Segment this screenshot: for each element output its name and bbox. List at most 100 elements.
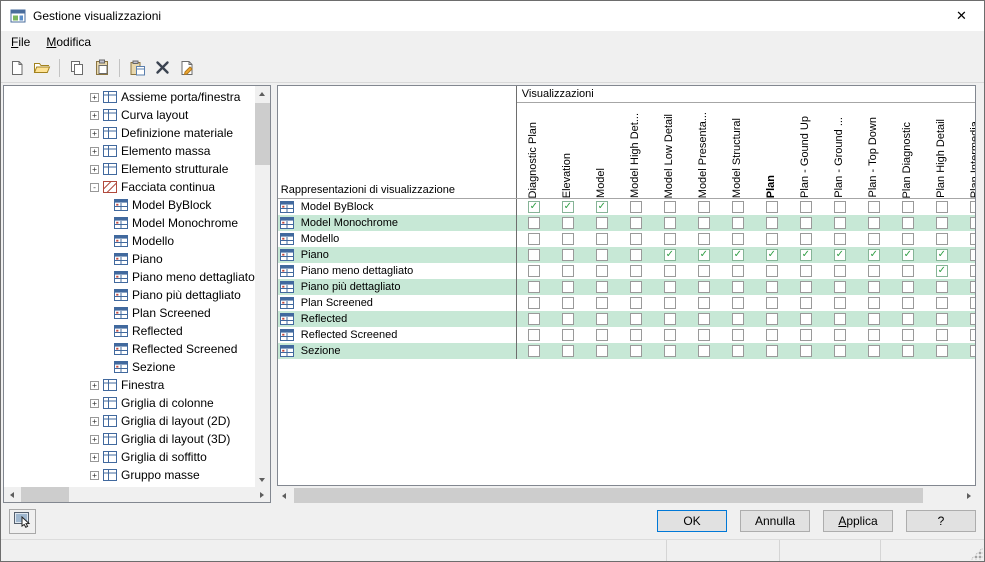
checkbox-unchecked[interactable] bbox=[527, 233, 540, 245]
checkbox-unchecked[interactable] bbox=[697, 281, 710, 293]
checkbox-unchecked[interactable] bbox=[799, 297, 812, 309]
checkbox-unchecked[interactable] bbox=[765, 233, 778, 245]
column-header-model-structural[interactable]: Model Structural bbox=[721, 103, 755, 198]
tree-item-reflected-screened[interactable]: Reflected Screened bbox=[4, 340, 255, 358]
checkbox-unchecked[interactable] bbox=[595, 265, 608, 277]
paste-button[interactable] bbox=[90, 56, 114, 80]
tree-item-facciata-continua[interactable]: - Facciata continua bbox=[4, 178, 255, 196]
tree-expander-icon[interactable]: + bbox=[90, 146, 99, 156]
scroll-track[interactable] bbox=[292, 488, 961, 503]
checkbox-checked[interactable]: ✓ bbox=[527, 201, 540, 213]
copy-button[interactable] bbox=[65, 56, 89, 80]
table-row-piano-meno-dettagliato[interactable]: Piano meno dettagliato ✓ bbox=[278, 263, 975, 279]
checkbox-unchecked[interactable] bbox=[901, 201, 914, 213]
checkbox-unchecked[interactable] bbox=[935, 329, 948, 341]
checkbox-unchecked[interactable] bbox=[833, 201, 846, 213]
tree-expander-icon[interactable]: + bbox=[90, 416, 99, 426]
checkbox-unchecked[interactable] bbox=[799, 281, 812, 293]
checkbox-unchecked[interactable] bbox=[697, 265, 710, 277]
checkbox-unchecked[interactable] bbox=[663, 281, 676, 293]
tree-item-griglia-di-layout-3d[interactable]: + Griglia di layout (3D) bbox=[4, 430, 255, 448]
tree-vertical-scrollbar[interactable] bbox=[254, 86, 270, 487]
tree-horizontal-scrollbar[interactable] bbox=[4, 487, 270, 502]
checkbox-checked[interactable]: ✓ bbox=[731, 249, 744, 261]
checkbox-unchecked[interactable] bbox=[969, 313, 975, 325]
checkbox-unchecked[interactable] bbox=[697, 217, 710, 229]
checkbox-checked[interactable]: ✓ bbox=[561, 201, 574, 213]
scroll-left-button[interactable] bbox=[4, 487, 19, 502]
checkbox-unchecked[interactable] bbox=[561, 233, 574, 245]
checkbox-unchecked[interactable] bbox=[969, 201, 975, 213]
checkbox-unchecked[interactable] bbox=[561, 313, 574, 325]
table-horizontal-scrollbar[interactable] bbox=[276, 488, 976, 503]
table-row-reflected[interactable]: Reflected bbox=[277, 311, 975, 327]
checkbox-unchecked[interactable] bbox=[969, 345, 975, 357]
tree-item-plan-screened[interactable]: Plan Screened bbox=[4, 304, 255, 322]
checkbox-unchecked[interactable] bbox=[799, 201, 812, 213]
checkbox-unchecked[interactable] bbox=[935, 281, 948, 293]
checkbox-unchecked[interactable] bbox=[697, 345, 710, 357]
checkbox-unchecked[interactable] bbox=[595, 233, 608, 245]
checkbox-unchecked[interactable] bbox=[561, 249, 574, 261]
checkbox-checked[interactable]: ✓ bbox=[935, 265, 948, 277]
scroll-down-button[interactable] bbox=[254, 472, 270, 487]
checkbox-unchecked[interactable] bbox=[595, 281, 608, 293]
column-header-plan-diagnostic[interactable]: Plan Diagnostic bbox=[891, 103, 925, 198]
checkbox-unchecked[interactable] bbox=[697, 201, 710, 213]
checkbox-unchecked[interactable] bbox=[527, 345, 540, 357]
column-header-plan-high-detail[interactable]: Plan High Detail bbox=[925, 103, 959, 198]
tree-item-definizione-materiale[interactable]: + Definizione materiale bbox=[4, 124, 255, 142]
column-header-elevation[interactable]: Elevation bbox=[551, 103, 585, 198]
checkbox-unchecked[interactable] bbox=[629, 249, 642, 261]
tree-item-griglia-di-soffitto[interactable]: + Griglia di soffitto bbox=[4, 448, 255, 466]
checkbox-unchecked[interactable] bbox=[935, 201, 948, 213]
tree-item-piano-pi-dettagliato[interactable]: Piano più dettagliato bbox=[4, 286, 255, 304]
column-header-plan-gound-up[interactable]: Plan - Gound Up bbox=[789, 103, 823, 198]
checkbox-unchecked[interactable] bbox=[731, 313, 744, 325]
checkbox-unchecked[interactable] bbox=[833, 313, 846, 325]
checkbox-unchecked[interactable] bbox=[663, 345, 676, 357]
tree-expander-icon[interactable]: + bbox=[90, 128, 99, 138]
checkbox-unchecked[interactable] bbox=[765, 313, 778, 325]
ok-button[interactable]: OK bbox=[657, 510, 727, 532]
checkbox-unchecked[interactable] bbox=[629, 265, 642, 277]
checkbox-unchecked[interactable] bbox=[935, 345, 948, 357]
checkbox-unchecked[interactable] bbox=[663, 313, 676, 325]
checkbox-unchecked[interactable] bbox=[595, 329, 608, 341]
tree-item-reflected[interactable]: Reflected bbox=[4, 322, 255, 340]
checkbox-unchecked[interactable] bbox=[527, 249, 540, 261]
tree-item-finestra[interactable]: + Finestra bbox=[4, 376, 255, 394]
checkbox-unchecked[interactable] bbox=[969, 217, 975, 229]
table-row-model-byblock[interactable]: Model ByBlock ✓ ✓ ✓ bbox=[278, 199, 975, 215]
checkbox-unchecked[interactable] bbox=[731, 281, 744, 293]
checkbox-unchecked[interactable] bbox=[867, 201, 880, 213]
open-folder-button[interactable] bbox=[30, 56, 54, 80]
checkbox-unchecked[interactable] bbox=[799, 329, 812, 341]
paste-as-new-button[interactable] bbox=[125, 56, 149, 80]
checkbox-unchecked[interactable] bbox=[867, 281, 880, 293]
checkbox-unchecked[interactable] bbox=[629, 233, 642, 245]
column-header-plan[interactable]: Plan bbox=[755, 103, 789, 198]
checkbox-unchecked[interactable] bbox=[969, 329, 975, 341]
scroll-right-button[interactable] bbox=[254, 487, 270, 502]
page-edit-button[interactable] bbox=[175, 56, 199, 80]
checkbox-unchecked[interactable] bbox=[629, 281, 642, 293]
menu-modifica[interactable]: Modifica bbox=[38, 32, 99, 52]
apply-button[interactable]: Applica bbox=[823, 510, 893, 532]
tree-expander-icon[interactable]: + bbox=[90, 398, 99, 408]
column-header-model[interactable]: Model bbox=[585, 103, 619, 198]
scroll-up-button[interactable] bbox=[254, 86, 270, 101]
table-row-reflected-screened[interactable]: Reflected Screened bbox=[278, 327, 975, 343]
checkbox-unchecked[interactable] bbox=[697, 329, 710, 341]
checkbox-checked[interactable]: ✓ bbox=[595, 201, 608, 213]
tree-item-elemento-massa[interactable]: + Elemento massa bbox=[4, 142, 255, 160]
checkbox-unchecked[interactable] bbox=[901, 281, 914, 293]
checkbox-unchecked[interactable] bbox=[629, 313, 642, 325]
tree-expander-icon[interactable]: + bbox=[90, 380, 99, 390]
checkbox-unchecked[interactable] bbox=[901, 297, 914, 309]
checkbox-checked[interactable]: ✓ bbox=[697, 249, 710, 261]
checkbox-unchecked[interactable] bbox=[663, 297, 676, 309]
checkbox-unchecked[interactable] bbox=[561, 265, 574, 277]
checkbox-unchecked[interactable] bbox=[901, 345, 914, 357]
menu-file[interactable]: File bbox=[3, 32, 38, 52]
